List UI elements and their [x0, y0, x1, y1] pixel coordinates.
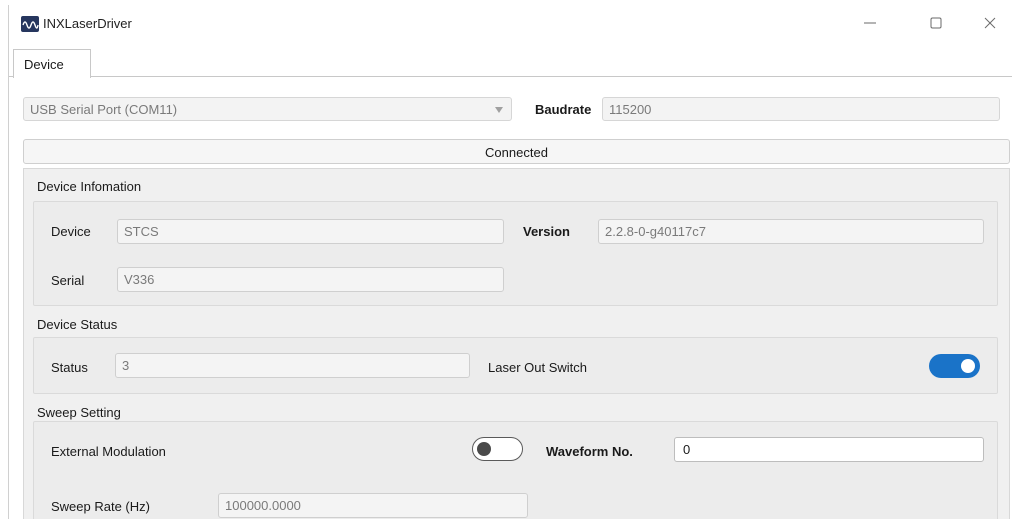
- version-field[interactable]: 2.2.8-0-g40117c7: [598, 219, 984, 244]
- baudrate-field[interactable]: 115200: [602, 97, 1000, 121]
- sweep-setting-group: External Modulation Waveform No. 0 Sweep…: [33, 421, 998, 519]
- tab-device[interactable]: Device: [13, 49, 91, 78]
- device-field[interactable]: STCS: [117, 219, 504, 244]
- device-label: Device: [51, 224, 91, 239]
- device-status-title: Device Status: [37, 317, 118, 332]
- chevron-down-icon: [495, 107, 503, 113]
- external-modulation-toggle[interactable]: [472, 437, 523, 461]
- device-panel: Device Infomation Device STCS Version 2.…: [23, 168, 1010, 519]
- connect-button[interactable]: Connected: [23, 139, 1010, 164]
- device-info-group: Device STCS Version 2.2.8-0-g40117c7 Ser…: [33, 201, 998, 306]
- app-logo-icon: [21, 16, 39, 32]
- status-label: Status: [51, 360, 88, 375]
- toggle-knob: [477, 442, 491, 456]
- app-window: INXLaserDriver Device USB Serial Port (C…: [8, 5, 1012, 519]
- waveform-label: Waveform No.: [546, 444, 633, 459]
- minimize-button[interactable]: [847, 5, 893, 39]
- minimize-icon: [864, 22, 876, 24]
- laser-out-switch-label: Laser Out Switch: [488, 360, 587, 375]
- sweep-setting-title: Sweep Setting: [37, 405, 121, 420]
- device-info-title: Device Infomation: [37, 179, 142, 194]
- waveform-field[interactable]: 0: [674, 437, 984, 462]
- serial-port-value: USB Serial Port (COM11): [30, 102, 178, 117]
- device-tab-content: USB Serial Port (COM11) Baudrate 115200 …: [9, 78, 1012, 519]
- status-field[interactable]: 3: [115, 353, 470, 378]
- version-label: Version: [523, 224, 570, 239]
- laser-out-toggle[interactable]: [929, 354, 980, 378]
- external-modulation-label: External Modulation: [51, 444, 166, 459]
- device-status-group: Status 3 Laser Out Switch: [33, 337, 998, 394]
- maximize-icon: [930, 17, 942, 29]
- serial-label: Serial: [51, 273, 85, 288]
- window-title: INXLaserDriver: [43, 16, 132, 31]
- close-icon: [984, 17, 996, 29]
- serial-field[interactable]: V336: [117, 267, 504, 292]
- sweep-rate-label: Sweep Rate (Hz): [51, 499, 150, 514]
- maximize-button[interactable]: [913, 5, 959, 39]
- sweep-rate-field[interactable]: 100000.0000: [218, 493, 528, 518]
- baudrate-label: Baudrate: [535, 102, 592, 117]
- toggle-knob: [961, 359, 975, 373]
- tab-bar: Device: [9, 43, 1012, 78]
- close-button[interactable]: [967, 5, 1012, 39]
- title-bar[interactable]: INXLaserDriver: [9, 5, 1012, 43]
- serial-port-select[interactable]: USB Serial Port (COM11): [23, 97, 512, 121]
